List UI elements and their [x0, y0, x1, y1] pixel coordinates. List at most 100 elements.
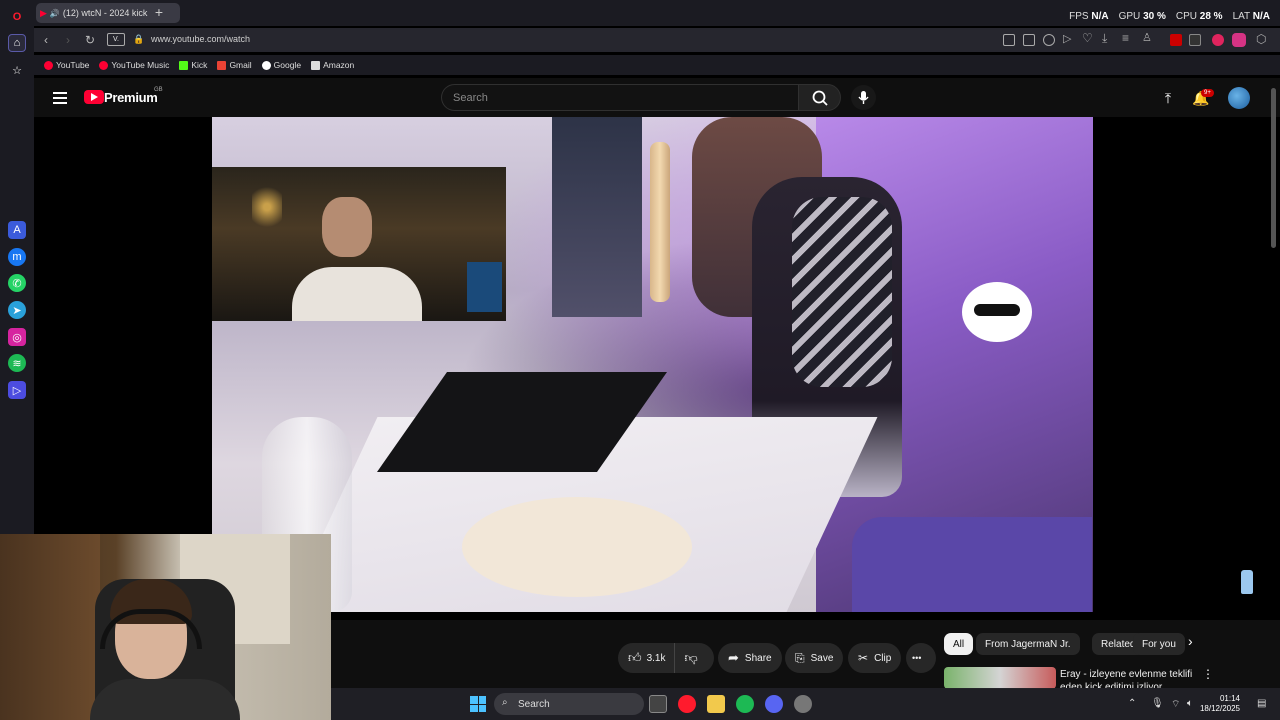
- extension-box-icon[interactable]: [1189, 34, 1201, 46]
- more-actions-button[interactable]: •••: [906, 643, 936, 673]
- extension-red-icon[interactable]: [1170, 34, 1182, 46]
- vpn-icon[interactable]: [1232, 33, 1246, 47]
- person-shirt: [292, 267, 422, 321]
- microphone-tray-icon[interactable]: 🎙︎: [1151, 698, 1164, 709]
- star-icon[interactable]: ☆: [8, 61, 26, 79]
- kick-icon: [179, 60, 189, 70]
- bookmark-youtube[interactable]: YouTube: [44, 60, 89, 70]
- speaker-icon[interactable]: 🔊: [50, 9, 60, 18]
- account-avatar[interactable]: [1228, 87, 1250, 109]
- download-icon[interactable]: ⤓: [1102, 31, 1107, 46]
- gmail-icon: [217, 60, 227, 70]
- opera-taskbar-icon[interactable]: [678, 695, 696, 713]
- recommendation-title[interactable]: Eray - izleyene evlenme teklifi eden kic…: [1060, 668, 1200, 688]
- clip-button[interactable]: ✂ Clip: [848, 643, 902, 673]
- cube-icon[interactable]: ⬡: [1256, 32, 1266, 46]
- bookmark-google[interactable]: Google: [261, 60, 301, 70]
- chip-all[interactable]: All: [944, 633, 974, 655]
- instagram-icon[interactable]: ◎: [8, 328, 26, 346]
- lat-readout: LAT N/A: [1232, 11, 1270, 22]
- search-input[interactable]: Search: [441, 84, 798, 111]
- camera-icon[interactable]: [1023, 34, 1035, 46]
- wifi-icon[interactable]: ⌔: [1171, 698, 1180, 711]
- new-tab-button[interactable]: +: [152, 5, 166, 19]
- microphone-icon: [858, 91, 869, 104]
- share-button[interactable]: ➦ Share: [718, 643, 782, 673]
- profile-icon[interactable]: ♙: [1142, 31, 1152, 44]
- extension-pink-icon[interactable]: [1212, 34, 1224, 46]
- search-icon: ⌕: [502, 697, 508, 708]
- reload-icon[interactable]: ↻: [82, 32, 98, 48]
- hamburger-menu-icon[interactable]: [53, 92, 67, 104]
- play-icon[interactable]: ▷: [1063, 32, 1071, 45]
- spotify-taskbar-icon[interactable]: [736, 695, 754, 713]
- youtube-tab-icon: ▶: [40, 7, 47, 18]
- search-button[interactable]: [798, 84, 841, 111]
- window: [552, 117, 642, 317]
- rug: [852, 517, 1092, 612]
- taskbar-search-label: Search: [518, 698, 550, 710]
- monitor: [467, 262, 502, 312]
- telegram-icon[interactable]: ➤: [8, 301, 26, 319]
- bookmark-icon: ⎘: [795, 650, 805, 665]
- windows-start-icon[interactable]: [470, 696, 486, 712]
- taskbar-search[interactable]: ⌕ Search: [494, 693, 644, 715]
- messenger-icon[interactable]: m: [8, 248, 26, 266]
- forward-icon[interactable]: ›: [60, 32, 76, 48]
- system-clock[interactable]: 01:14 18/12/2025: [1200, 694, 1240, 714]
- bookmark-youtube-music[interactable]: YouTube Music: [99, 60, 169, 70]
- chip-from-channel[interactable]: From JagermaN Jr.: [976, 633, 1080, 655]
- player-icon[interactable]: ▷: [8, 381, 26, 399]
- amazon-icon: [311, 60, 321, 70]
- chevron-up-icon[interactable]: ⌃: [1128, 698, 1136, 709]
- bookmark-gmail[interactable]: Gmail: [217, 60, 252, 70]
- back-icon[interactable]: ‹: [38, 32, 54, 48]
- tab-bar: ▶ 🔊 (12) wtcN - 2024 kick + FPS N/A GPU …: [34, 0, 1280, 26]
- recommendation-thumbnail[interactable]: [944, 667, 1056, 689]
- voice-search-button[interactable]: [851, 85, 876, 110]
- dislike-button[interactable]: 👎︎: [675, 650, 708, 666]
- task-view-icon[interactable]: [649, 695, 667, 713]
- like-button[interactable]: 👍︎ 3.1k: [618, 643, 675, 673]
- home-icon[interactable]: ⌂: [8, 34, 26, 52]
- person-head: [322, 197, 372, 257]
- spotify-icon[interactable]: ≋: [8, 354, 26, 372]
- water-bottle-icon: [1241, 570, 1253, 594]
- person-shirt: [792, 197, 892, 387]
- recommendation-menu-icon[interactable]: ⋮: [1202, 667, 1214, 681]
- url-field[interactable]: www.youtube.com/watch: [151, 34, 250, 44]
- gpu-readout: GPU 30 %: [1118, 11, 1166, 22]
- cpu-readout: CPU 28 %: [1175, 11, 1223, 22]
- discord-taskbar-icon[interactable]: [765, 695, 783, 713]
- chip-for-you[interactable]: For you: [1133, 633, 1185, 655]
- bookmark-kick[interactable]: Kick: [179, 60, 207, 70]
- fps-readout: FPS N/A: [1069, 11, 1109, 22]
- clock-time: 01:14: [1219, 694, 1240, 703]
- windows-taskbar: ⌕ Search ⌃ 🎙︎ ⌔ 🔈︎ 01:14 18/12/2025 ▤: [331, 688, 1280, 720]
- bookmark-amazon[interactable]: Amazon: [311, 60, 354, 70]
- opera-logo-icon[interactable]: O: [8, 8, 26, 26]
- settings-taskbar-icon[interactable]: [794, 695, 812, 713]
- thumbs-down-icon: 👎︎: [684, 650, 698, 665]
- streamer-body: [90, 679, 240, 720]
- save-button[interactable]: ⎘ Save: [785, 643, 844, 673]
- scrollbar[interactable]: [1271, 88, 1276, 248]
- youtube-music-icon: [99, 60, 109, 70]
- youtube-premium-label[interactable]: Premium: [104, 90, 158, 105]
- youtube-logo-icon[interactable]: [84, 90, 104, 104]
- lock-icon[interactable]: 🔒: [133, 34, 144, 45]
- volume-icon[interactable]: 🔈︎: [1187, 698, 1193, 709]
- shield-icon[interactable]: [1043, 34, 1055, 46]
- heart-icon[interactable]: ♡: [1082, 31, 1093, 45]
- share-icon: ➦: [728, 650, 739, 665]
- notification-center-icon[interactable]: ▤: [1257, 698, 1266, 709]
- edit-icon[interactable]: [1003, 34, 1015, 46]
- list-icon[interactable]: ≡: [1122, 31, 1129, 45]
- upload-icon[interactable]: ⤒: [1160, 90, 1176, 106]
- file-explorer-icon[interactable]: [707, 695, 725, 713]
- site-badge[interactable]: V.: [107, 33, 125, 46]
- whatsapp-icon[interactable]: ✆: [8, 274, 26, 292]
- country-code: GB: [154, 87, 163, 93]
- aria-icon[interactable]: A: [8, 221, 26, 239]
- chevron-right-icon[interactable]: ›: [1188, 633, 1193, 649]
